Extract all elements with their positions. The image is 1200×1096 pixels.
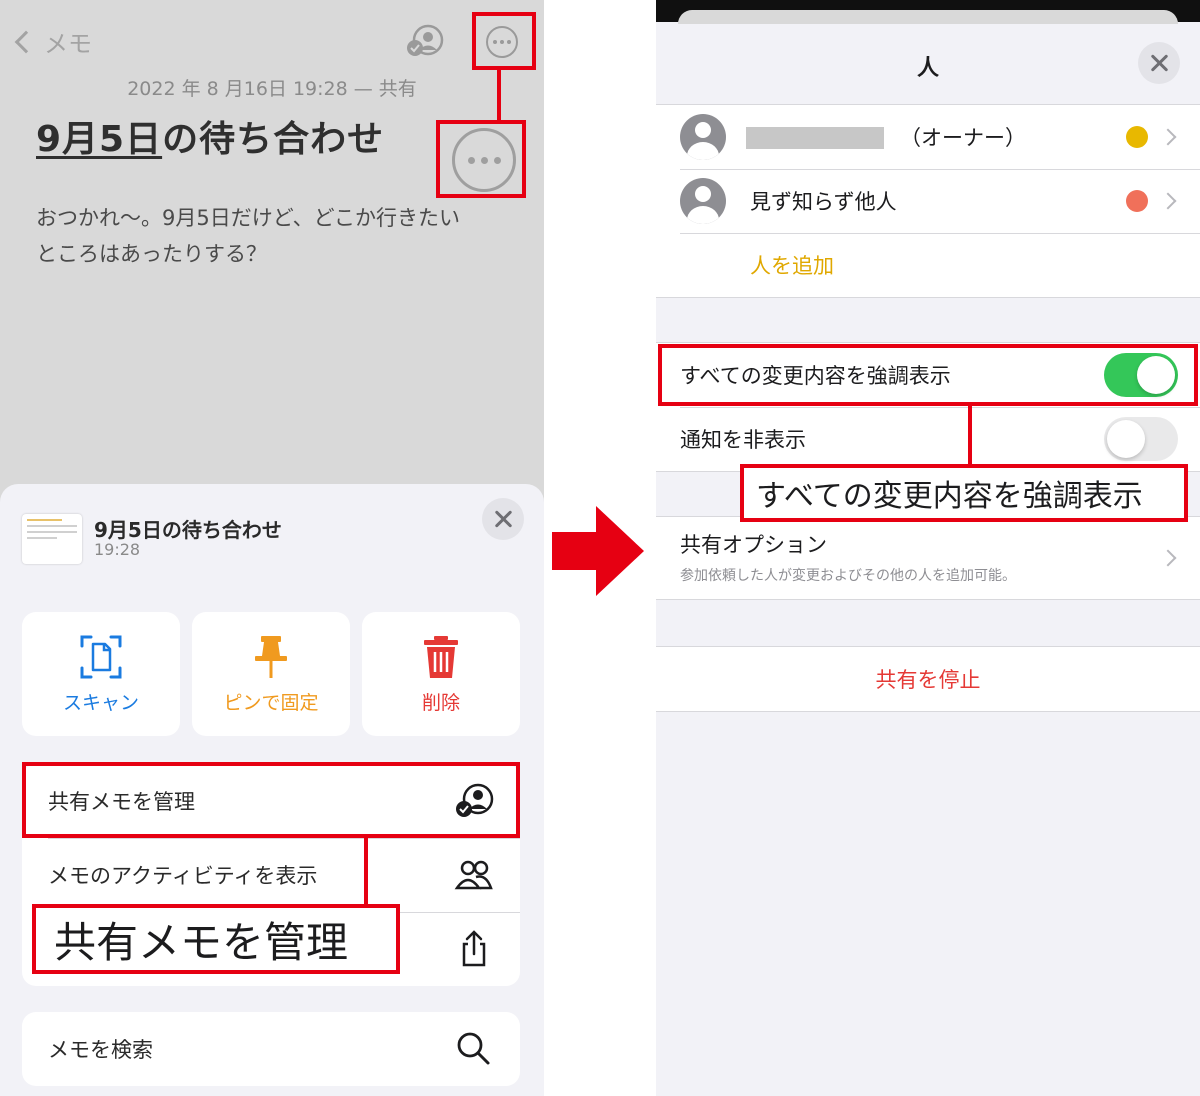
note-thumbnail [22,514,82,564]
stop-sharing-button[interactable]: 共有を停止 [656,647,1200,711]
delete-label: 削除 [421,691,460,714]
highlight-box-more-button [472,12,536,70]
highlight-box-toggle [658,344,1198,406]
status-dot-yellow [1126,126,1148,148]
note-date: 2022 年 8 月16日 19:28 — 共有 [127,78,417,100]
sheet-close-button[interactable] [482,498,524,540]
share-options-group: 共有オプション 参加依頼した人が変更およびその他の人を追加可能。 [656,516,1200,600]
collaboration-icon[interactable] [406,24,444,58]
chevron-right-icon [1159,549,1177,567]
chevron-left-icon [14,30,38,53]
people-close-button[interactable] [1138,42,1180,84]
share-icon [462,930,486,967]
person-row-owner[interactable]: （オーナー） [656,105,1200,169]
left-screen: メモ 2022 年 8 月16日 19:28 — 共有 9月5日の待ち合わせ お… [0,0,544,1096]
sheet-menu-2: メモを検索 [22,1012,520,1086]
callout-highlight-changes: すべての変更内容を強調表示 [740,464,1188,522]
pin-label: ピンで固定 [223,691,319,714]
people-title: 人 [916,56,939,81]
people-list: （オーナー） 見ず知らず他人 人を追加 [656,104,1200,298]
highlight-box-magnified [436,120,526,198]
menu-item-search-notes[interactable]: メモを検索 [22,1012,520,1086]
note-title: 9月5日の待ち合わせ [36,119,385,160]
chevron-right-icon [1159,128,1177,146]
connector-line-3 [968,406,972,466]
trash-icon [424,635,458,678]
people-icon [454,860,493,890]
stop-sharing-group: 共有を停止 [656,646,1200,712]
person-row-stranger[interactable]: 見ず知らず他人 [656,169,1200,233]
highlight-box-manage [22,762,520,838]
scan-button[interactable]: スキャン [22,612,180,736]
redacted-name [746,127,884,149]
pin-button[interactable]: ピンで固定 [192,612,350,736]
search-icon [457,1032,490,1065]
arrow-right-icon [552,506,644,596]
chevron-right-icon [1159,192,1177,210]
close-icon [494,510,512,528]
pin-icon [255,635,287,678]
connector-line-2 [364,838,368,906]
add-person-row[interactable]: 人を追加 [656,233,1200,297]
right-screen: 人 （オーナー） 見ず知らず他人 人を追加 すべての変更内容を強調表示 通知を非… [656,0,1200,1096]
add-person-link[interactable]: 人を追加 [750,250,834,280]
status-dot-red [1126,190,1148,212]
scan-label: スキャン [62,691,139,714]
sheet-note-title: 9月5日の待ち合わせ [94,518,282,542]
scan-document-icon [80,635,122,678]
callout-manage-shared-note: 共有メモを管理 [32,904,400,974]
close-icon [1150,54,1168,72]
share-options-row[interactable]: 共有オプション 参加依頼した人が変更およびその他の人を追加可能。 [656,517,1200,599]
back-label: メモ [44,30,92,58]
hide-notifications-toggle[interactable] [1104,417,1178,461]
avatar [680,178,726,224]
note-body: おつかれ〜。9月5日だけど、どこか行きたい ところはあったりする？ [36,206,461,266]
menu-item-show-activity[interactable]: メモのアクティビティを表示 [22,838,520,912]
hide-notifications-row: 通知を非表示 [656,407,1200,471]
delete-button[interactable]: 削除 [362,612,520,736]
avatar [680,114,726,160]
back-button[interactable]: メモ [12,24,92,59]
sheet-note-time: 19:28 [94,540,141,559]
